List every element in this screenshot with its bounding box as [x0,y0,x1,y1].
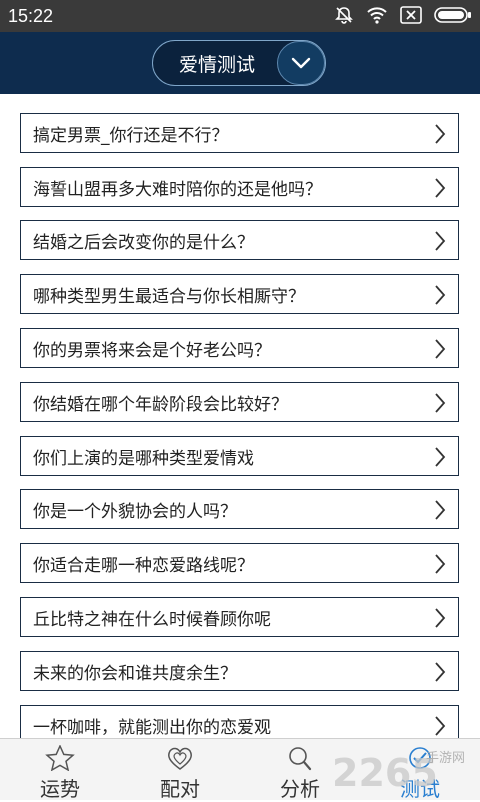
list-item[interactable]: 你结婚在哪个年龄阶段会比较好？ [20,382,459,422]
hearts-icon [168,747,192,770]
chevron-down-icon [291,57,311,69]
list-item-label: 结婚之后会改变你的是什么？ [33,232,254,253]
list-item-label: 哪种类型男生最适合与你长相厮守？ [33,286,305,307]
status-time: 15:22 [8,6,54,26]
category-selector[interactable]: 爱情测试 [152,40,326,86]
list-item[interactable]: 结婚之后会改变你的是什么？ [20,220,459,260]
list-item[interactable]: 哪种类型男生最适合与你长相厮守？ [20,274,459,314]
tab-match[interactable]: 配对 [120,739,240,801]
chevron-right-icon [435,178,446,198]
list-item-label: 搞定男票_你行还是不行？ [33,125,229,146]
list-item[interactable]: 你适合走哪一种恋爱路线呢？ [20,543,459,583]
list-item[interactable]: 未来的你会和谁共度余生？ [20,651,459,691]
list-item[interactable]: 你是一个外貌协会的人吗？ [20,489,459,529]
chevron-right-icon [435,716,446,736]
tab-label: 运势 [40,777,80,801]
test-list: 搞定男票_你行还是不行？ 海誓山盟再多大难时陪你的还是他吗？ 结婚之后会改变你的… [0,94,480,738]
list-item[interactable]: 你的男票将来会是个好老公吗？ [20,328,459,368]
list-item-label: 你适合走哪一种恋爱路线呢？ [33,555,254,576]
list-item-label: 你们上演的是哪种类型爱情戏 [33,448,254,469]
chevron-right-icon [435,124,446,144]
app-header: 爱情测试 [0,32,480,94]
list-item-label: 丘比特之神在什么时候眷顾你呢 [33,609,271,630]
list-item-label: 你结婚在哪个年龄阶段会比较好？ [33,394,288,415]
list-item[interactable]: 海誓山盟再多大难时陪你的还是他吗？ [20,167,459,207]
list-item-label: 你的男票将来会是个好老公吗？ [33,340,271,361]
list-item[interactable]: 你们上演的是哪种类型爱情戏 [20,436,459,476]
sim-x-icon [400,6,422,24]
chevron-right-icon [435,662,446,682]
list-item-label: 一杯咖啡，就能测出你的恋爱观 [33,717,271,738]
page-title: 爱情测试 [179,53,256,76]
list-item-label: 未来的你会和谁共度余生？ [33,663,237,684]
watermark-logo: 2265 手游网 [332,751,465,795]
chevron-right-icon [435,393,446,413]
list-item[interactable]: 丘比特之神在什么时候眷顾你呢 [20,597,459,637]
chevron-right-icon [435,339,446,359]
watermark-number: 2265 [332,751,438,795]
chevron-right-icon [435,285,446,305]
list-item[interactable]: 搞定男票_你行还是不行？ [20,113,459,153]
list-item-label: 你是一个外貌协会的人吗？ [33,501,237,522]
watermark-brand: 手游网 [426,751,465,766]
magnifier-icon [289,747,312,771]
chevron-right-icon [435,500,446,520]
status-icons [334,5,472,25]
star-icon [45,745,75,771]
list-item-label: 海誓山盟再多大难时陪你的还是他吗？ [33,179,322,200]
wifi-icon [366,6,388,24]
bell-off-icon [334,5,354,25]
status-bar: 15:22 [0,0,480,32]
tab-label: 配对 [160,777,200,801]
list-item[interactable]: 一杯咖啡，就能测出你的恋爱观 [20,705,459,738]
battery-icon [434,6,472,24]
chevron-right-icon [435,554,446,574]
chevron-right-icon [435,608,446,628]
tab-fortune[interactable]: 运势 [0,739,120,801]
chevron-right-icon [435,447,446,467]
chevron-right-icon [435,231,446,251]
dropdown-button[interactable] [277,41,325,85]
